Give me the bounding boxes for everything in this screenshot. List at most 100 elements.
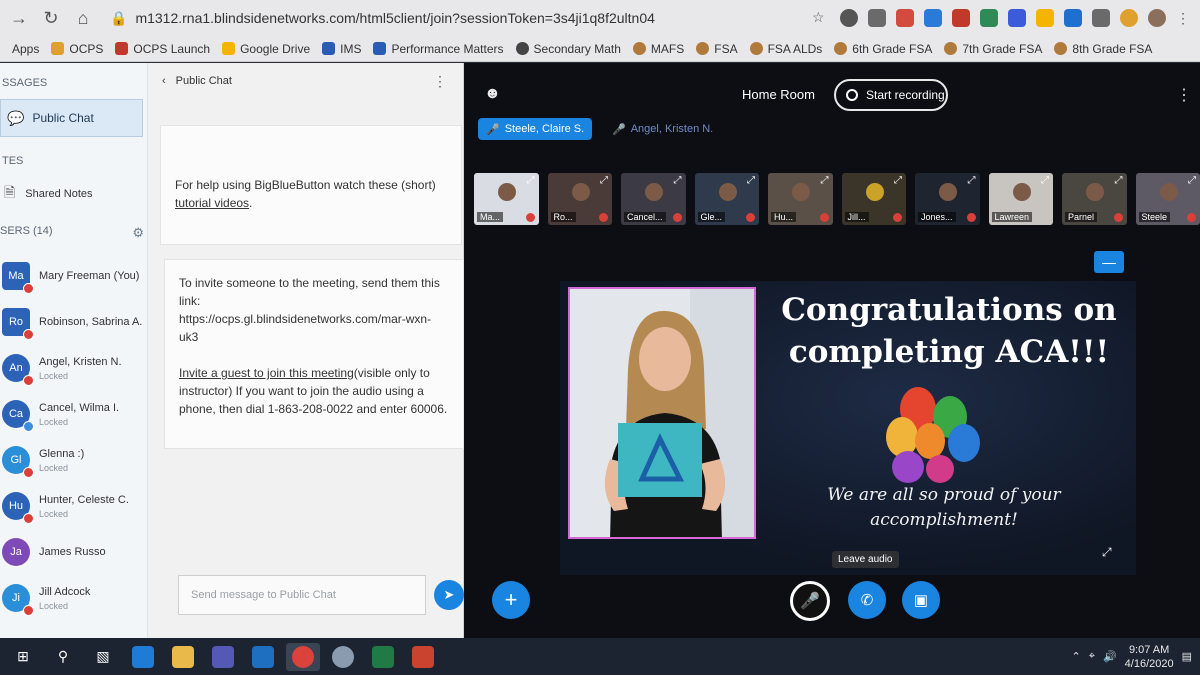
fullscreen-icon[interactable]: ⤢: [1102, 545, 1112, 560]
video-tile[interactable]: ⤢ Steele: [1135, 173, 1200, 225]
powerpoint-icon: [412, 645, 434, 668]
bookmark-apps[interactable]: Apps: [12, 42, 39, 56]
expand-icon[interactable]: ⤢: [894, 175, 902, 186]
extension-icon[interactable]: [1092, 9, 1110, 27]
bookmark-ocps[interactable]: OCPS: [51, 42, 103, 56]
extension-icon[interactable]: [952, 9, 970, 27]
video-tile[interactable]: ⤢ Ro...: [547, 173, 612, 225]
notifications-icon[interactable]: ▤: [1182, 650, 1192, 663]
video-tile[interactable]: ⤢ Jones...: [915, 173, 980, 225]
windows-start-icon[interactable]: ⊞: [6, 643, 40, 671]
shared-notes-item[interactable]: 🗎 Shared Notes: [0, 183, 93, 205]
browser-menu-icon[interactable]: ⋮: [1176, 10, 1190, 27]
bookmark-ocps-launch[interactable]: OCPS Launch: [115, 42, 210, 56]
bookmark-google-drive[interactable]: Google Drive: [222, 42, 310, 56]
muted-mic-icon: [746, 213, 755, 222]
user-row[interactable]: Ja James Russo: [0, 529, 147, 575]
taskbar-teams[interactable]: [206, 643, 240, 671]
slide-message: We are all so proud of your accomplishme…: [827, 485, 1061, 530]
locked-status: Locked: [39, 370, 69, 381]
volume-icon[interactable]: 🔊: [1103, 650, 1117, 663]
chat-header[interactable]: ‹ Public Chat: [162, 75, 232, 87]
extension-icon[interactable]: [1064, 9, 1082, 27]
taskbar-chrome[interactable]: [286, 642, 320, 671]
bookmark-mafs[interactable]: MAFS: [632, 42, 684, 56]
user-row[interactable]: Ro Robinson, Sabrina A.: [0, 299, 147, 345]
actions-button[interactable]: +: [492, 581, 530, 619]
video-tile[interactable]: ⤢ Parnel: [1062, 173, 1127, 225]
leave-audio-button[interactable]: ✆: [848, 581, 886, 619]
bookmark-fsa[interactable]: FSA: [696, 42, 738, 56]
extension-icon[interactable]: [1008, 9, 1026, 27]
chat-options-icon[interactable]: ⋮: [433, 73, 447, 90]
send-message-button[interactable]: ➤: [434, 580, 464, 610]
mute-button[interactable]: 🎤: [790, 581, 830, 621]
taskbar-edge[interactable]: [126, 643, 160, 671]
video-tile[interactable]: ⤢ Cancel...: [621, 173, 686, 225]
start-recording-button[interactable]: Start recording: [834, 79, 948, 111]
bookmark-6th-grade-fsa[interactable]: 6th Grade FSA: [834, 42, 932, 56]
google-drive-icon[interactable]: [1036, 9, 1054, 27]
bookmark-performance-matters[interactable]: Performance Matters: [373, 42, 504, 56]
bookmark-ims[interactable]: IMS: [322, 42, 361, 56]
expand-icon[interactable]: ⤢: [600, 175, 608, 186]
taskbar-excel[interactable]: [366, 643, 400, 671]
url-field[interactable]: 🔒 m1312.rna1.blindsidenetworks.com/html5c…: [110, 10, 655, 27]
bookmark-fsa-alds[interactable]: FSA ALDs: [749, 42, 822, 56]
gmail-icon[interactable]: [896, 9, 914, 27]
search-icon[interactable]: ⚲: [46, 643, 80, 671]
chevron-up-icon[interactable]: ⌃: [1072, 650, 1081, 663]
expand-icon[interactable]: ⤢: [747, 175, 755, 186]
taskbar-app[interactable]: [326, 643, 360, 671]
taskbar-powerpoint[interactable]: [406, 643, 440, 671]
bookmark-8th-grade-fsa[interactable]: 8th Grade FSA: [1054, 42, 1152, 56]
expand-icon[interactable]: ⤢: [1115, 175, 1123, 186]
forward-icon[interactable]: →: [6, 5, 32, 31]
video-tile[interactable]: ⤢ Hu...: [768, 173, 833, 225]
network-icon[interactable]: ⌖: [1089, 650, 1095, 663]
home-icon[interactable]: ⌂: [70, 5, 96, 31]
video-tile[interactable]: ⤢ Jill...: [841, 173, 906, 225]
video-tile[interactable]: ⤢ Gle...: [694, 173, 759, 225]
user-icon[interactable]: ☻: [484, 85, 501, 103]
extension-icon[interactable]: [980, 9, 998, 27]
taskbar-explorer[interactable]: [166, 643, 200, 671]
user-row[interactable]: An Angel, Kristen N. Locked: [0, 345, 147, 391]
expand-icon[interactable]: ⤢: [527, 175, 535, 186]
invite-guest-link[interactable]: Invite a guest to join this meeting: [179, 366, 354, 380]
chat-panel: ‹ Public Chat ⋮ For help using BigBlueBu…: [148, 63, 464, 638]
user-row[interactable]: Ca Cancel, Wilma I. Locked: [0, 391, 147, 437]
bookmark-7th-grade-fsa[interactable]: 7th Grade FSA: [944, 42, 1042, 56]
bookmark-secondary-math[interactable]: Secondary Math: [515, 42, 621, 56]
reload-icon[interactable]: ↻: [38, 5, 64, 31]
user-row[interactable]: Ji Jill Adcock Locked: [0, 575, 147, 621]
public-chat-item[interactable]: 💬 Public Chat: [0, 99, 143, 137]
extension-icon[interactable]: [840, 9, 858, 27]
expand-icon[interactable]: ⤢: [1041, 175, 1049, 186]
expand-icon[interactable]: ⤢: [674, 175, 682, 186]
video-tile[interactable]: ⤢ Ma...: [474, 173, 539, 225]
extension-icon[interactable]: [868, 9, 886, 27]
taskbar-outlook[interactable]: [246, 643, 280, 671]
minimize-presentation-button[interactable]: —: [1094, 251, 1124, 273]
chevron-left-icon[interactable]: ‹: [162, 75, 166, 87]
task-view-icon[interactable]: ▧: [86, 643, 120, 671]
tutorial-videos-link[interactable]: tutorial videos: [175, 196, 249, 210]
expand-icon[interactable]: ⤢: [968, 175, 976, 186]
settings-gear-icon[interactable]: ⚙: [132, 225, 144, 241]
extension-icon[interactable]: [924, 9, 942, 27]
share-webcam-button[interactable]: ▣: [902, 581, 940, 619]
expand-icon[interactable]: ⤢: [821, 175, 829, 186]
meeting-options-icon[interactable]: ⋮: [1176, 85, 1192, 105]
extension-icon[interactable]: [1120, 9, 1138, 27]
user-row[interactable]: Ma Mary Freeman (You): [0, 253, 147, 299]
profile-avatar[interactable]: [1148, 9, 1166, 27]
video-tile[interactable]: ⤢ Lawreen: [988, 173, 1053, 225]
expand-icon[interactable]: ⤢: [1188, 175, 1196, 186]
chat-message-input[interactable]: Send message to Public Chat: [178, 575, 426, 615]
bookmark-star-icon[interactable]: ☆: [812, 9, 830, 27]
user-row[interactable]: Hu Hunter, Celeste C. Locked: [0, 483, 147, 529]
clock[interactable]: 9:07 AM 4/16/2020: [1125, 643, 1174, 671]
user-row[interactable]: Gl Glenna :) Locked: [0, 437, 147, 483]
invite-link[interactable]: https://ocps.gl.blindsidenetworks.com/ma…: [179, 312, 431, 344]
